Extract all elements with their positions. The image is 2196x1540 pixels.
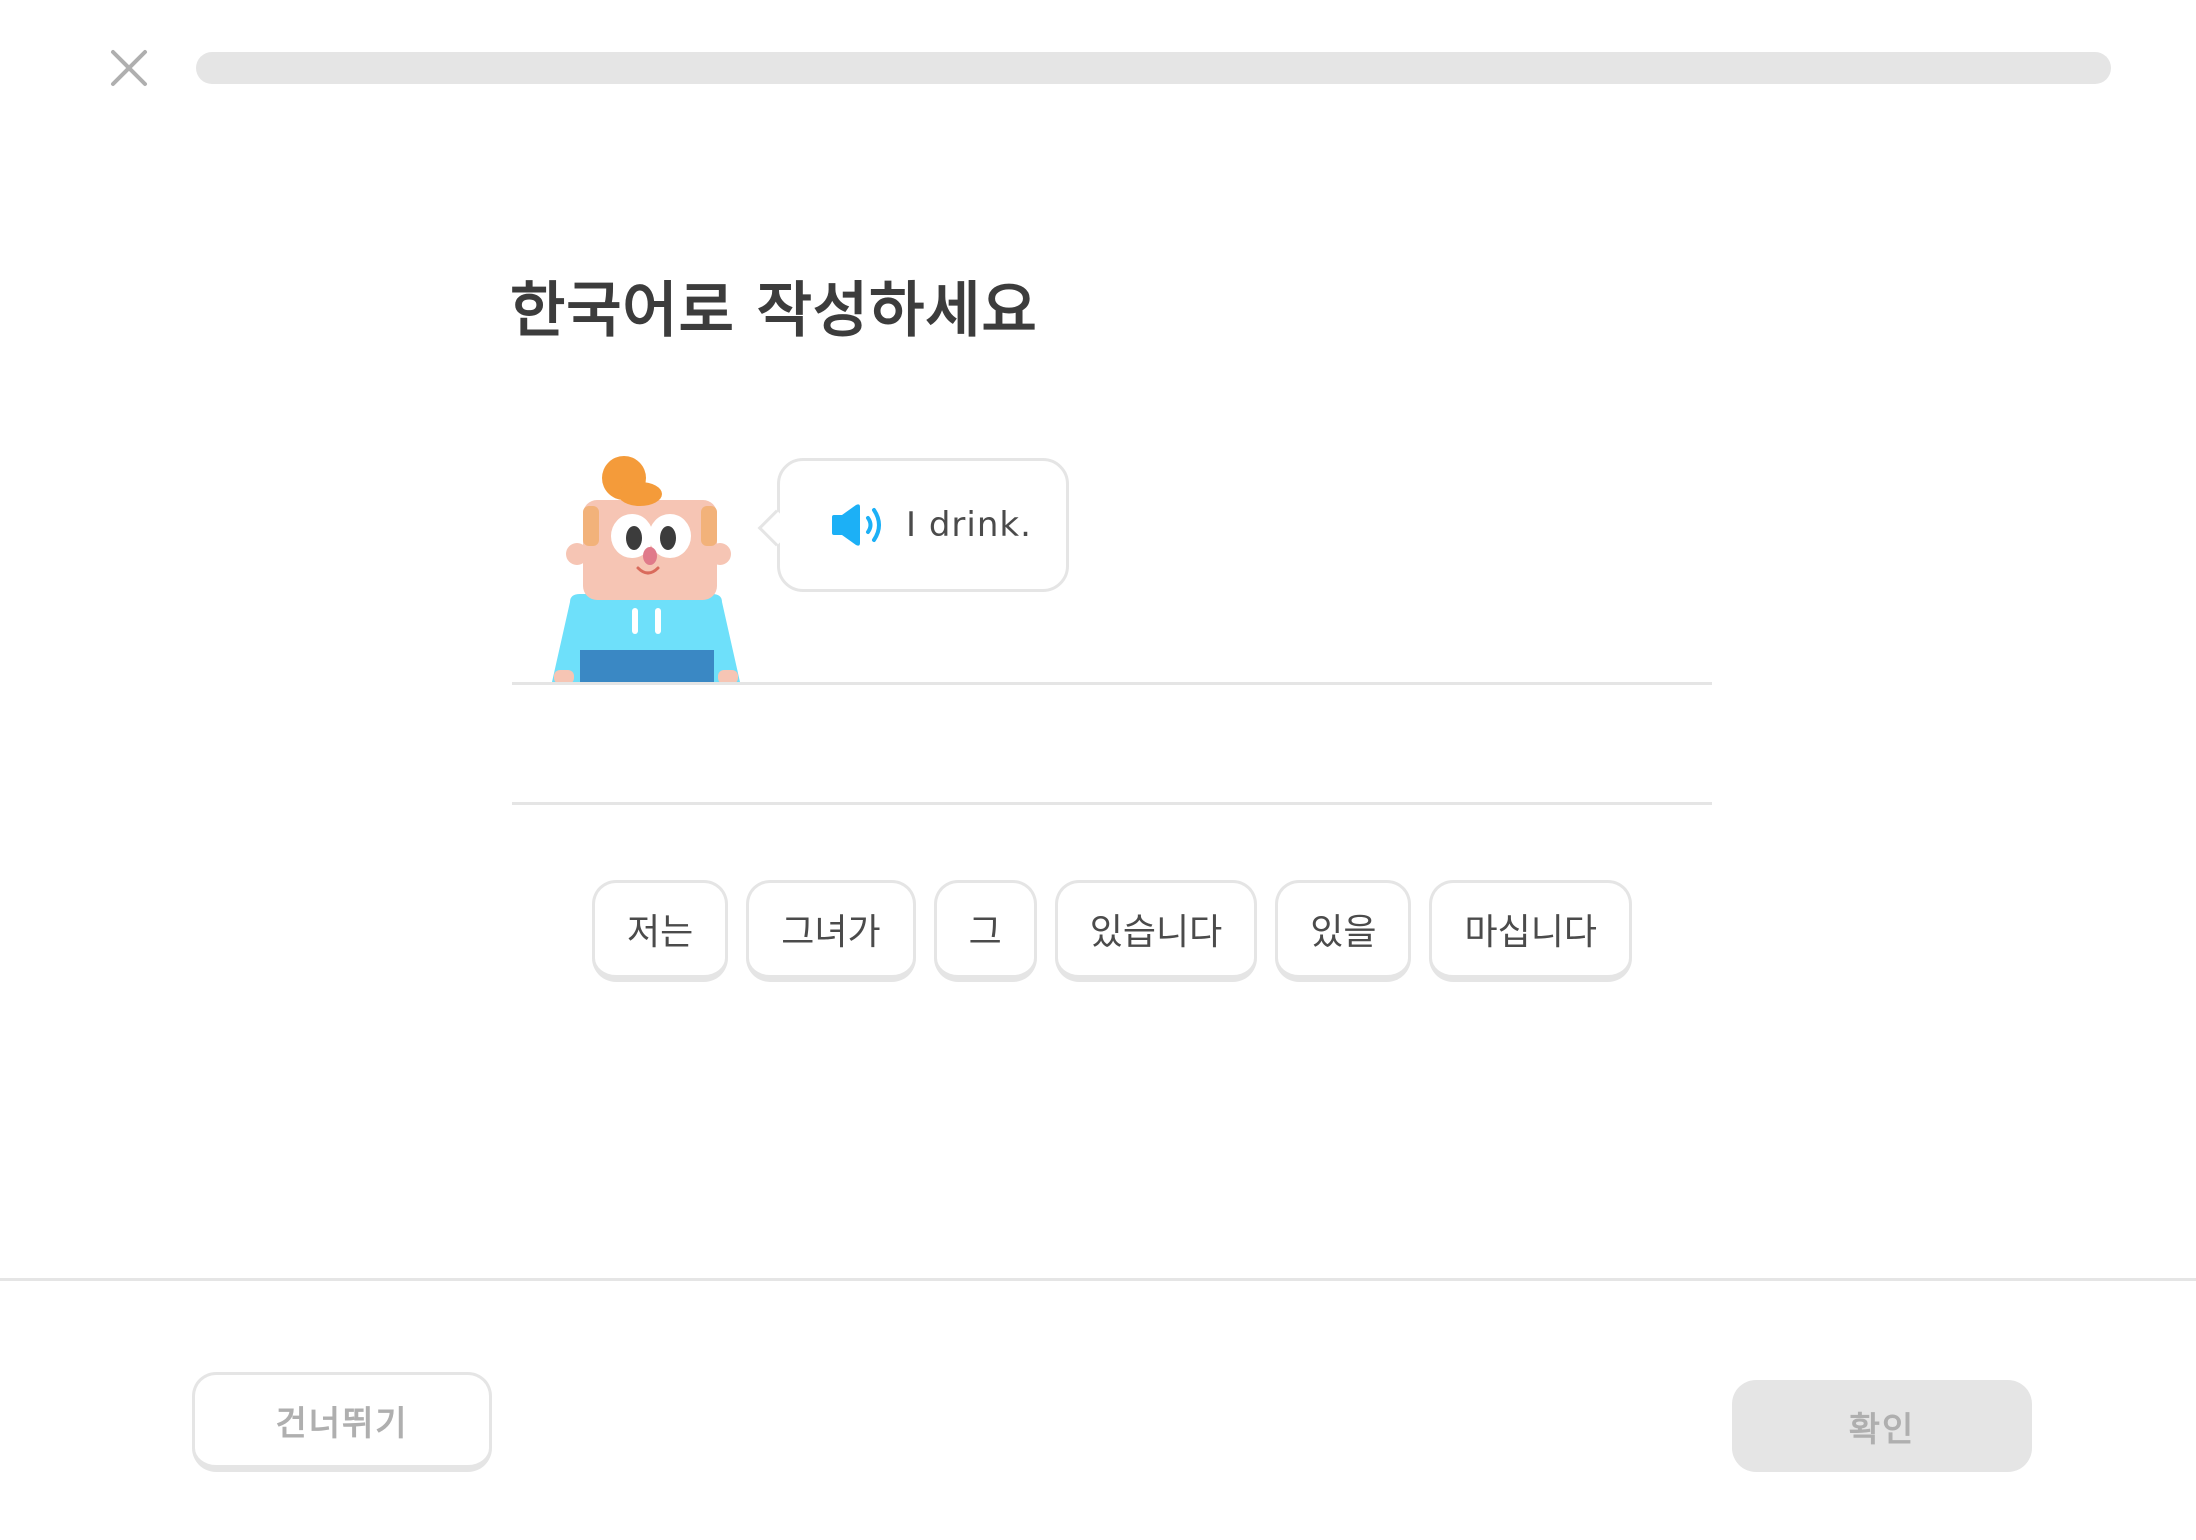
close-icon [111,50,147,86]
lesson-screen: 한국어로 작성하세요 I drink. 저는 그녀가 그 있습니다 있을 마십니… [0,0,2196,1540]
footer-divider [0,1278,2196,1281]
word-tile[interactable]: 저는 [592,880,729,982]
challenge-title: 한국어로 작성하세요 [510,276,1038,346]
answer-drop-area[interactable] [512,686,1712,800]
lesson-progress-bar [196,52,2111,84]
word-bank: 저는 그녀가 그 있습니다 있을 마십니다 [592,880,1632,982]
speech-bubble: I drink. [757,458,1069,592]
word-tile[interactable]: 있습니다 [1054,880,1258,982]
word-tile[interactable]: 마십니다 [1429,880,1632,982]
check-button[interactable]: 확인 [1732,1380,2032,1472]
answer-line-bottom [512,802,1712,805]
word-tile[interactable]: 그녀가 [746,880,916,982]
word-tile[interactable]: 그 [933,880,1037,982]
close-button[interactable] [105,44,153,92]
answer-line-top [512,682,1712,685]
speech-bubble-tail [757,509,795,547]
skip-button[interactable]: 건너뛰기 [192,1372,492,1472]
word-tile[interactable]: 있을 [1275,880,1412,982]
speech-text[interactable]: I drink. [906,505,1032,545]
speaker-icon[interactable] [828,501,886,549]
character-illustration [550,456,745,684]
